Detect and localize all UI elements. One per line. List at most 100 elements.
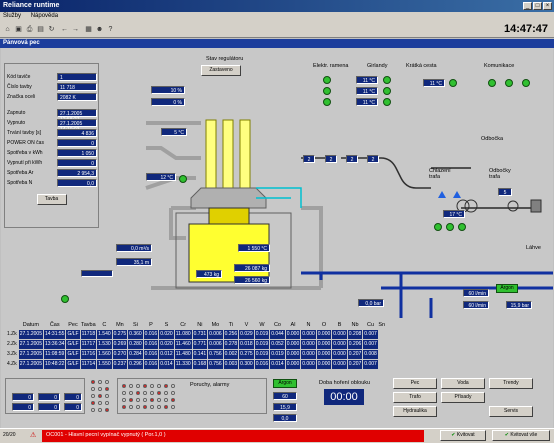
table-header: C bbox=[102, 321, 107, 328]
status-led bbox=[105, 394, 109, 398]
nav-voda[interactable]: Voda bbox=[441, 378, 485, 389]
pct1-value: 10 % bbox=[151, 86, 185, 94]
menu-sluzby[interactable]: Služby bbox=[3, 13, 21, 19]
table-cell: 0.756 bbox=[207, 348, 224, 360]
kratka-temp: 11 °C bbox=[423, 79, 445, 87]
table-cell: G/LF bbox=[65, 358, 81, 370]
komunikace-led-3 bbox=[522, 79, 530, 87]
table-row: 1.Zk 27.1.2005 14:31:55 G/LF 11718 1.540 0.275… bbox=[5, 328, 386, 340]
table-cell: 3.Zk bbox=[5, 348, 19, 360]
chlazeni-led-2 bbox=[446, 223, 454, 231]
back-icon[interactable]: ← bbox=[60, 25, 69, 34]
odbocky-value: 5 bbox=[498, 188, 512, 196]
flow-bar2-value: 15,9 bar bbox=[506, 301, 532, 309]
process-diagram bbox=[145, 119, 553, 318]
window-titlebar: Reliance runtime bbox=[0, 0, 554, 12]
close-button[interactable]: × bbox=[543, 2, 552, 10]
table-cell: 27.1.2005 bbox=[17, 328, 44, 340]
nav-trendy[interactable]: Trendy bbox=[489, 378, 533, 389]
table-cell: 0.016 bbox=[142, 328, 160, 340]
status-led bbox=[171, 391, 175, 395]
pct2-value: 0 % bbox=[151, 98, 185, 106]
print-icon[interactable]: ⎙ bbox=[25, 25, 34, 34]
window-icon[interactable]: ▣ bbox=[14, 25, 23, 34]
table-cell: 0.014 bbox=[269, 358, 286, 370]
kvitovat-vse-label: Kvitovat vše bbox=[510, 432, 538, 438]
kg1-value: 473 kg bbox=[196, 270, 222, 278]
table-cell: 0.000 bbox=[284, 358, 302, 370]
status-led bbox=[122, 398, 126, 402]
table-cell: 0.002 bbox=[222, 348, 240, 360]
table-cell: 0.007 bbox=[362, 358, 379, 370]
table-cell: 0.270 bbox=[111, 348, 129, 360]
zone-temp: 17 °C bbox=[443, 210, 465, 218]
status-bar: 20/20 ⚠ OC001 - Hlavní pecní vypínač vyp… bbox=[0, 428, 554, 443]
nav-prisady[interactable]: Přísady bbox=[441, 392, 485, 403]
chart-icon[interactable]: ▦ bbox=[84, 25, 93, 34]
bar4: 2 bbox=[367, 155, 379, 163]
table-cell: 13:36:34 bbox=[42, 338, 67, 350]
status-led bbox=[150, 384, 154, 388]
table-cell: 0.300 bbox=[238, 358, 255, 370]
table-cell: 0.360 bbox=[127, 328, 144, 340]
table-cell: 0.006 bbox=[207, 338, 224, 350]
maximize-button[interactable]: □ bbox=[533, 2, 542, 10]
nav-servis[interactable]: Servis bbox=[489, 406, 533, 417]
status-led bbox=[129, 391, 133, 395]
table-cell: 1.550 bbox=[96, 358, 113, 370]
kvitovat-vse-button[interactable]: ✔ Kvitovat vše bbox=[492, 430, 550, 441]
poruchy-label: Poruchy, alarmy bbox=[190, 382, 230, 388]
table-cell: 0.052 bbox=[269, 338, 286, 350]
main-panel: Kód taviče 1 Číslo tavby 11 718 Značka oceli… bbox=[1, 48, 553, 428]
table-cell: 0.771 bbox=[191, 338, 209, 350]
forward-icon[interactable]: → bbox=[71, 25, 80, 34]
nav-pec[interactable]: Pec bbox=[393, 378, 437, 389]
table-cell: 0.000 bbox=[284, 338, 302, 350]
user-icon[interactable]: ☻ bbox=[95, 25, 104, 34]
girlandy-temp-3: 11 °C bbox=[356, 98, 378, 106]
help-icon[interactable]: ? bbox=[106, 25, 115, 34]
menu-napoveda[interactable]: Nápověda bbox=[31, 13, 58, 19]
table-cell: 0.007 bbox=[362, 328, 379, 340]
refresh-icon[interactable]: ↻ bbox=[47, 25, 56, 34]
nav-trafo[interactable]: Trafo bbox=[393, 392, 437, 403]
table-cell: 11.460 bbox=[173, 338, 193, 350]
table-row: 3.Zk 27.1.2005 11:08:59 G/LF 11716 1.560 0.270… bbox=[5, 348, 386, 360]
table-cell: 0.206 bbox=[346, 338, 364, 350]
nav-hydraulika[interactable]: Hydraulika bbox=[393, 406, 437, 417]
status-led bbox=[129, 405, 133, 409]
table-cell: 0.000 bbox=[284, 328, 302, 340]
home-icon[interactable]: ⌂ bbox=[3, 25, 12, 34]
alarm-leds bbox=[122, 382, 182, 412]
minimize-button[interactable]: _ bbox=[523, 2, 532, 10]
table-cell: 0.207 bbox=[346, 358, 364, 370]
menubar: Služby Nápověda bbox=[0, 12, 554, 22]
save-icon[interactable]: ▤ bbox=[36, 25, 45, 34]
status-led bbox=[129, 398, 133, 402]
status-led bbox=[91, 401, 95, 405]
table-cell: 0.006 bbox=[207, 328, 224, 340]
table-cell: 0.000 bbox=[300, 338, 317, 350]
alarm-message[interactable]: OC001 - Hlavní pecní vypínač vypnutý ( P… bbox=[42, 430, 424, 442]
table-cell: 0.278 bbox=[222, 338, 240, 350]
table-cell: 0.018 bbox=[238, 338, 255, 350]
table-cell: 0.000 bbox=[284, 348, 302, 360]
status-led bbox=[157, 391, 161, 395]
table-header: Al bbox=[290, 321, 296, 328]
kratka-label: Krátká cesta bbox=[406, 63, 437, 69]
table-cell: 0.007 bbox=[362, 338, 379, 350]
komunikace-label: Komunikace bbox=[484, 63, 515, 69]
page-counter: 20/20 bbox=[3, 432, 16, 438]
table-cell: 0.207 bbox=[346, 348, 364, 360]
table-row: 2.Zk 27.1.2005 13:36:34 G/LF 11717 1.530 0.269… bbox=[5, 338, 386, 350]
status-led bbox=[105, 387, 109, 391]
table-header: Nb bbox=[351, 321, 359, 328]
table-cell: 0.141 bbox=[191, 348, 209, 360]
arc-timer: 00:00 bbox=[324, 389, 364, 405]
bottom-left-panel: 0 0 0 0 0 0 bbox=[5, 378, 85, 414]
kvitovat-button[interactable]: ✔ Kvitovat bbox=[440, 430, 486, 441]
table-header: O bbox=[321, 321, 327, 328]
status-led bbox=[171, 398, 175, 402]
table-cell: 14:31:55 bbox=[42, 328, 67, 340]
table-cell: 0.731 bbox=[191, 328, 209, 340]
